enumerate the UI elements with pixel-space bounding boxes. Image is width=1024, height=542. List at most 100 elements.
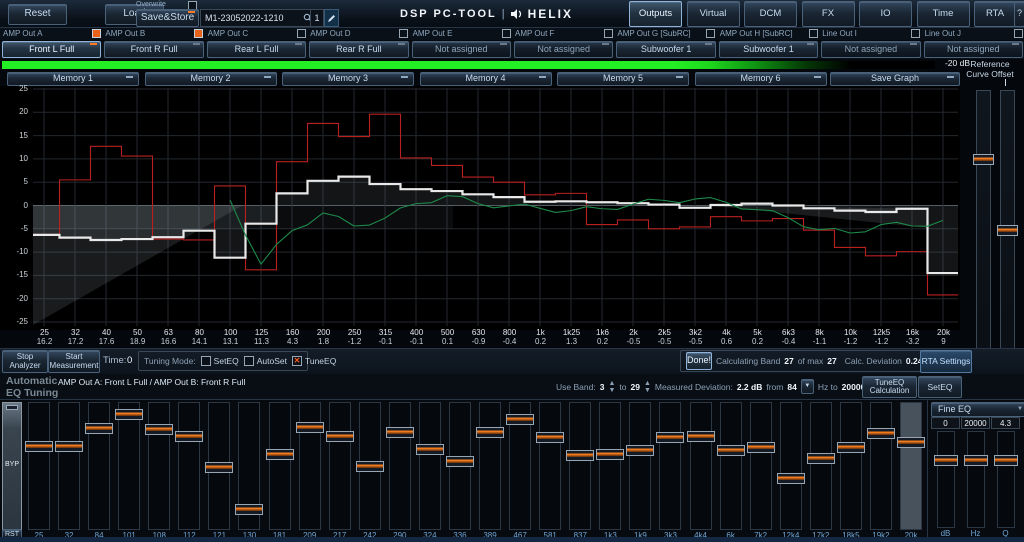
fine-eq-slider-track[interactable]	[937, 431, 955, 528]
band-to-spinner[interactable]: ▲▼	[644, 380, 651, 394]
eq-slider-handle[interactable]	[205, 462, 233, 473]
fine-eq-value[interactable]: 4.3	[991, 417, 1020, 429]
seteq-button[interactable]: SetEQ	[918, 376, 962, 398]
edit-preset-button[interactable]	[324, 9, 339, 27]
eq-slider-handle[interactable]	[115, 409, 143, 420]
eq-slider-track[interactable]	[629, 402, 651, 530]
channel-checkbox-7[interactable]	[706, 29, 715, 38]
eq-slider-handle[interactable]	[596, 449, 624, 460]
memory-tab-4[interactable]: Memory 4	[420, 72, 552, 86]
eq-slider-track[interactable]	[900, 402, 922, 530]
channel-checkbox-3[interactable]	[297, 29, 306, 38]
eq-slider-track[interactable]	[810, 402, 832, 530]
freq-from-dropdown[interactable]: ▼	[801, 379, 814, 394]
eq-slider-track[interactable]	[870, 402, 892, 530]
channel-assign-button-7[interactable]: Subwoofer 1	[616, 41, 715, 58]
nav-tab-io[interactable]: IO	[859, 1, 912, 27]
nav-tab-virtual[interactable]: Virtual	[687, 1, 740, 27]
eq-slider-track[interactable]	[780, 402, 802, 530]
channel-checkbox-10[interactable]	[1014, 29, 1023, 38]
fine-eq-dropdown[interactable]: Fine EQ ▼	[931, 402, 1024, 417]
eq-slider-handle[interactable]	[266, 449, 294, 460]
channel-assign-button-5[interactable]: Not assigned	[412, 41, 511, 58]
save-store-button[interactable]: Save&Store	[136, 9, 199, 27]
stop-analyzer-button[interactable]: Stop Analyzer	[2, 350, 48, 373]
fine-eq-slider-handle[interactable]	[994, 455, 1018, 466]
nav-tab-rta[interactable]: RTA	[974, 1, 1016, 27]
fine-eq-slider-handle[interactable]	[964, 455, 988, 466]
eq-slider-track[interactable]	[88, 402, 110, 530]
bypass-handle[interactable]	[6, 405, 18, 410]
channel-assign-button-10[interactable]: Not assigned	[924, 41, 1023, 58]
eq-slider-handle[interactable]	[296, 422, 324, 433]
eq-slider-handle[interactable]	[446, 456, 474, 467]
eq-slider-handle[interactable]	[717, 445, 745, 456]
done-button[interactable]: Done!	[686, 352, 712, 370]
eq-slider-track[interactable]	[720, 402, 742, 530]
eq-slider-handle[interactable]	[867, 428, 895, 439]
channel-assign-button-1[interactable]: Front L Full	[2, 41, 101, 58]
channel-checkbox-8[interactable]	[809, 29, 818, 38]
channel-checkbox-6[interactable]	[604, 29, 613, 38]
channel-assign-button-6[interactable]: Not assigned	[514, 41, 613, 58]
frequency-response-chart[interactable]	[33, 88, 958, 326]
eq-slider-handle[interactable]	[777, 473, 805, 484]
eq-slider-track[interactable]	[690, 402, 712, 530]
memory-tab-2[interactable]: Memory 2	[145, 72, 277, 86]
channel-assign-button-2[interactable]: Front R Full	[104, 41, 203, 58]
reference-offset-handle[interactable]	[997, 225, 1018, 236]
memory-tab-5[interactable]: Memory 5	[557, 72, 689, 86]
rta-settings-button[interactable]: RTA Settings	[920, 350, 972, 373]
channel-assign-button-8[interactable]: Subwoofer 1	[719, 41, 818, 58]
eq-slider-handle[interactable]	[416, 444, 444, 455]
nav-tab-fx[interactable]: FX	[802, 1, 855, 27]
eq-slider-handle[interactable]	[55, 441, 83, 452]
eq-slider-handle[interactable]	[386, 427, 414, 438]
eq-slider-track[interactable]	[569, 402, 591, 530]
eq-slider-track[interactable]	[840, 402, 862, 530]
channel-checkbox-9[interactable]	[911, 29, 920, 38]
eq-slider-handle[interactable]	[687, 431, 715, 442]
eq-slider-track[interactable]	[269, 402, 291, 530]
eq-slider-handle[interactable]	[85, 423, 113, 434]
eq-slider-handle[interactable]	[326, 431, 354, 442]
memory-tab-3[interactable]: Memory 3	[282, 72, 414, 86]
fine-eq-value[interactable]: 20000	[961, 417, 990, 429]
eq-slider-handle[interactable]	[626, 445, 654, 456]
reset-button[interactable]: Reset	[8, 4, 67, 25]
eq-slider-track[interactable]	[419, 402, 441, 530]
start-measurement-button[interactable]: Start Measurement	[48, 350, 100, 373]
eq-slider-handle[interactable]	[566, 450, 594, 461]
eq-slider-track[interactable]	[178, 402, 200, 530]
tuning-mode-checkbox-seteq[interactable]	[201, 356, 211, 366]
memory-tab-6[interactable]: Memory 6	[695, 72, 827, 86]
fine-eq-slider-handle[interactable]	[934, 455, 958, 466]
eq-slider-track[interactable]	[329, 402, 351, 530]
channel-checkbox-5[interactable]	[502, 29, 511, 38]
preset-number-field[interactable]: 1	[310, 9, 324, 27]
channel-checkbox-4[interactable]	[399, 29, 408, 38]
save-graph-button[interactable]: Save Graph	[830, 72, 960, 86]
channel-checkbox-1[interactable]	[92, 29, 101, 38]
eq-slider-handle[interactable]	[175, 431, 203, 442]
eq-slider-track[interactable]	[148, 402, 170, 530]
channel-assign-button-3[interactable]: Rear L Full	[207, 41, 306, 58]
eq-slider-track[interactable]	[599, 402, 621, 530]
eq-slider-handle[interactable]	[25, 441, 53, 452]
band-from-spinner[interactable]: ▲▼	[608, 380, 615, 394]
tuning-mode-checkbox-tuneeq[interactable]: ✕	[292, 356, 302, 366]
tuneeq-calculation-button[interactable]: TuneEQ Calculation	[862, 376, 917, 398]
eq-slider-track[interactable]	[28, 402, 50, 530]
eq-slider-handle[interactable]	[506, 414, 534, 425]
eq-slider-handle[interactable]	[807, 453, 835, 464]
eq-slider-track[interactable]	[389, 402, 411, 530]
reference-offset-slider[interactable]	[1000, 90, 1015, 374]
channel-checkbox-2[interactable]	[194, 29, 203, 38]
nav-tab-dcm[interactable]: DCM	[744, 1, 797, 27]
eq-slider-handle[interactable]	[897, 437, 925, 448]
eq-slider-handle[interactable]	[656, 432, 684, 443]
help-button[interactable]: ?	[1014, 1, 1024, 27]
eq-slider-track[interactable]	[118, 402, 140, 530]
preset-name-field[interactable]: M1-23052022-1210	[200, 9, 318, 27]
eq-bypass-strip[interactable]: BYP	[2, 402, 22, 530]
